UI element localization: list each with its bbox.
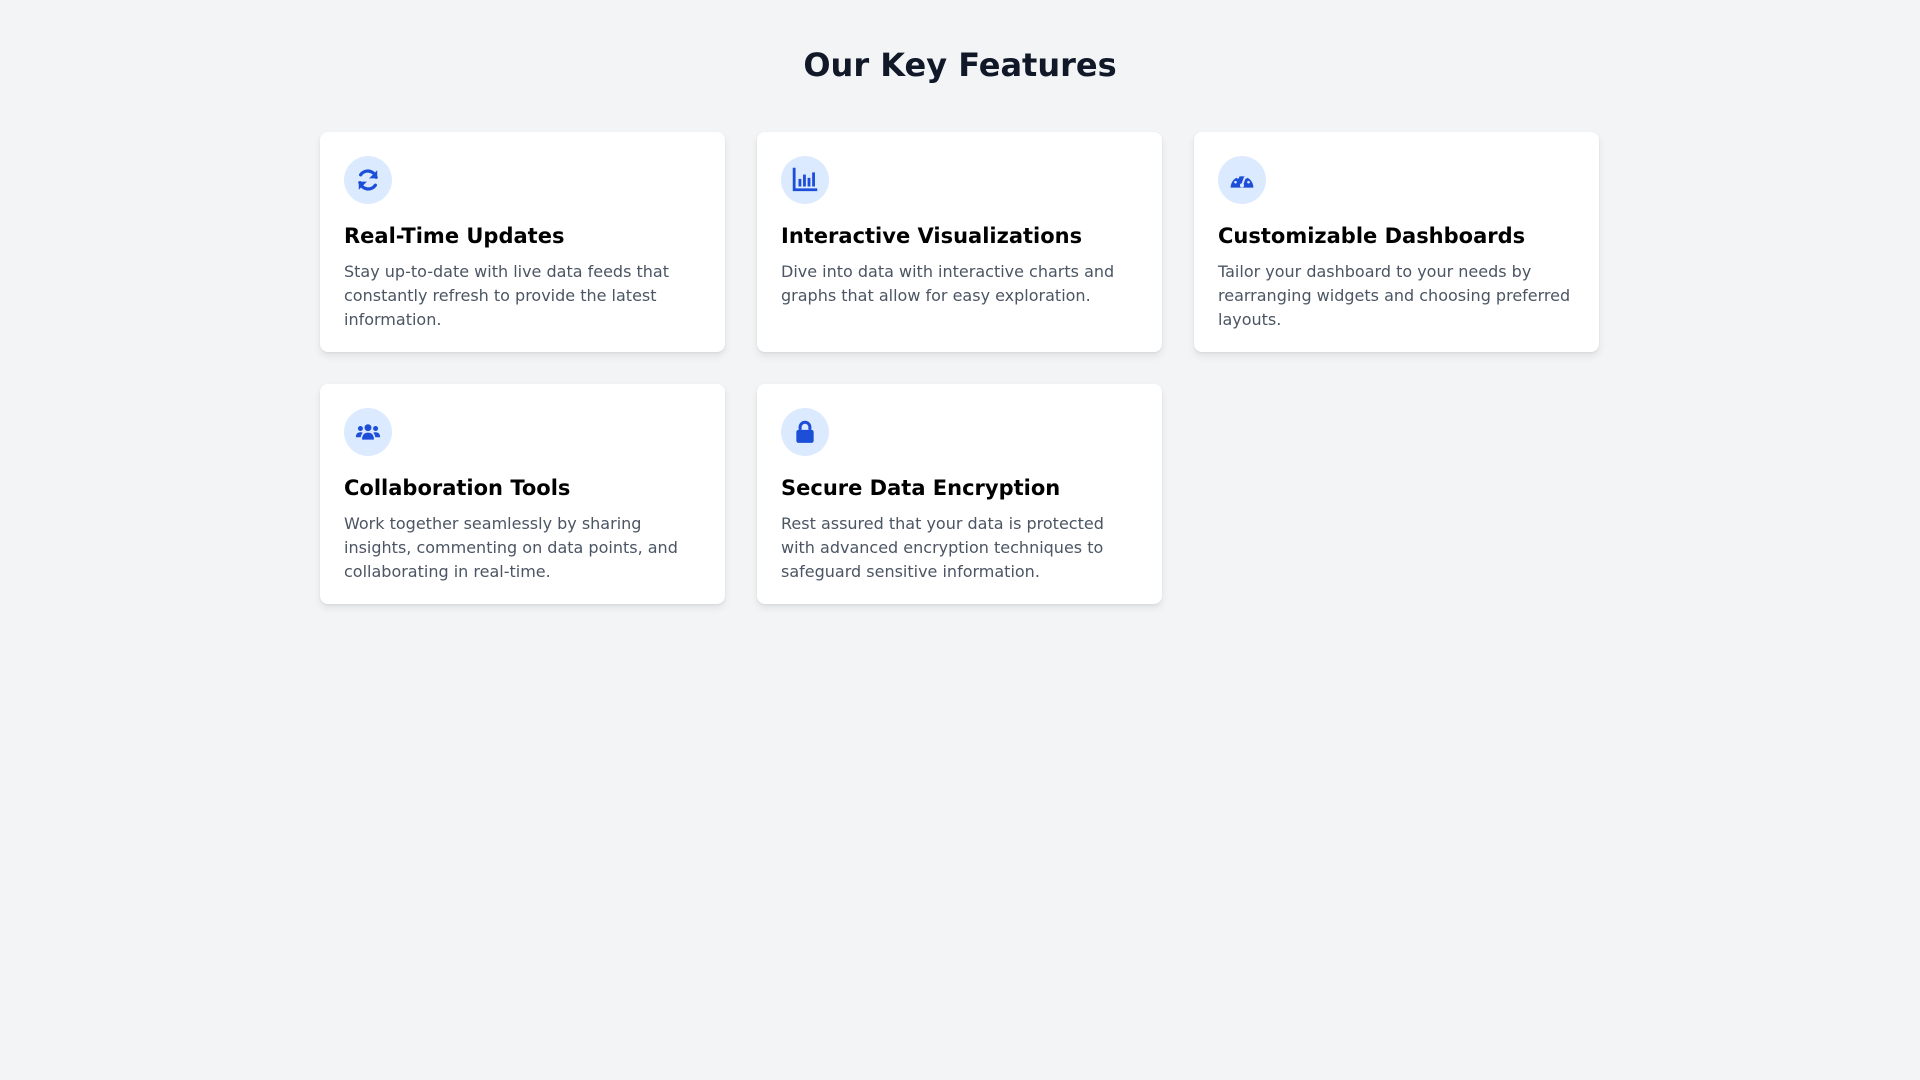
feature-card-collaboration-tools: Collaboration Tools Work together seamle… bbox=[320, 384, 725, 604]
users-icon bbox=[355, 424, 381, 440]
bar-chart-icon bbox=[792, 167, 818, 192]
feature-title: Customizable Dashboards bbox=[1218, 224, 1526, 248]
feature-card-real-time-updates: Real-Time Updates Stay up-to-date with l… bbox=[320, 132, 725, 352]
features-grid: Real-Time Updates Stay up-to-date with l… bbox=[320, 132, 1600, 604]
feature-icon-wrapper bbox=[781, 408, 829, 456]
feature-card-secure-data-encryption: Secure Data Encryption Rest assured that… bbox=[757, 384, 1162, 604]
page-title: Our Key Features bbox=[803, 46, 1117, 84]
feature-title: Collaboration Tools bbox=[344, 476, 571, 500]
feature-card-customizable-dashboards: Customizable Dashboards Tailor your dash… bbox=[1194, 132, 1599, 352]
feature-description: Stay up-to-date with live data feeds tha… bbox=[344, 262, 669, 329]
feature-title: Secure Data Encryption bbox=[781, 476, 1061, 500]
refresh-icon bbox=[358, 169, 378, 191]
feature-description: Dive into data with interactive charts a… bbox=[781, 262, 1115, 305]
feature-card-interactive-visualizations: Interactive Visualizations Dive into dat… bbox=[757, 132, 1162, 352]
lock-icon bbox=[796, 420, 814, 443]
feature-description: Work together seamlessly by sharing insi… bbox=[344, 514, 678, 581]
features-page: Our Key Features Real-Time Updates Stay … bbox=[0, 0, 1920, 1080]
feature-title: Real-Time Updates bbox=[344, 224, 565, 248]
feature-title: Interactive Visualizations bbox=[781, 224, 1083, 248]
feature-description: Tailor your dashboard to your needs by r… bbox=[1218, 262, 1571, 329]
feature-icon-wrapper bbox=[781, 156, 829, 204]
feature-icon-wrapper bbox=[344, 156, 392, 204]
feature-icon-wrapper bbox=[1218, 156, 1266, 204]
feature-description: Rest assured that your data is protected… bbox=[781, 514, 1104, 581]
gauge-icon bbox=[1230, 175, 1254, 188]
feature-icon-wrapper bbox=[344, 408, 392, 456]
